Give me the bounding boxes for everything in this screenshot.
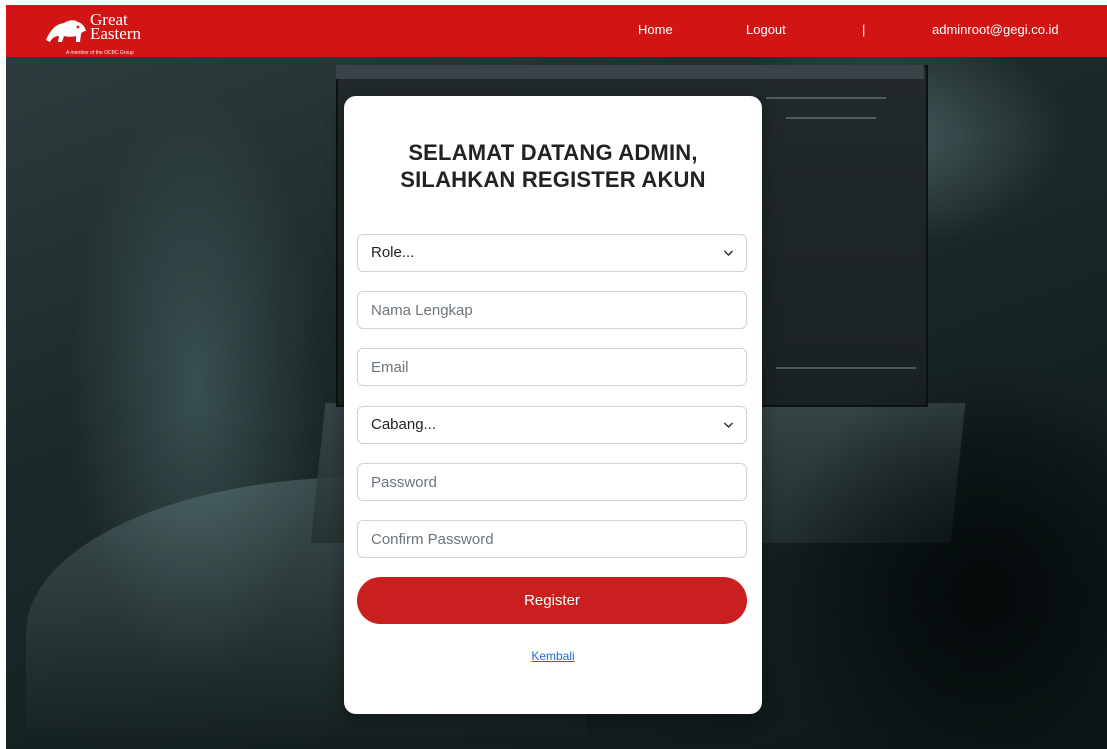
title-line-1: SELAMAT DATANG ADMIN, <box>408 140 698 165</box>
chevron-down-icon <box>723 250 734 257</box>
nama-lengkap-input[interactable] <box>357 291 747 329</box>
chevron-down-icon <box>723 422 734 429</box>
cabang-select[interactable]: Cabang... <box>357 406 747 444</box>
top-navbar: Great Eastern A member of the OCBC Group… <box>6 5 1107 57</box>
register-button[interactable]: Register <box>357 577 747 624</box>
password-input[interactable] <box>357 463 747 501</box>
confirm-password-input[interactable] <box>357 520 747 558</box>
logo-tagline: A member of the OCBC Group <box>66 50 134 56</box>
register-card: SELAMAT DATANG ADMIN, SILAHKAN REGISTER … <box>344 96 762 714</box>
background-laptop-toolbar <box>336 65 924 79</box>
lion-logo-icon <box>46 20 86 42</box>
nav-separator: | <box>862 22 866 37</box>
logo-text-eastern: Eastern <box>90 24 141 43</box>
background-code-line <box>766 97 886 99</box>
kembali-link: Kembali <box>344 649 762 663</box>
role-select-value: Role... <box>371 244 415 261</box>
nav-logout-link[interactable]: Logout <box>746 22 786 37</box>
great-eastern-logo[interactable]: Great Eastern A member of the OCBC Group <box>44 11 154 56</box>
title-line-2: SILAHKAN REGISTER AKUN <box>400 167 706 192</box>
nav-home-link[interactable]: Home <box>638 22 673 37</box>
role-select[interactable]: Role... <box>357 234 747 272</box>
cabang-select-value: Cabang... <box>371 416 437 433</box>
background-code-line <box>786 117 876 119</box>
nav-user-email[interactable]: adminroot@gegi.co.id <box>932 22 1059 37</box>
email-input[interactable] <box>357 348 747 386</box>
background-shadow <box>766 357 1107 749</box>
logo-wordmark: Great Eastern <box>90 11 141 43</box>
register-title: SELAMAT DATANG ADMIN, SILAHKAN REGISTER … <box>344 139 762 193</box>
kembali-link-text[interactable]: Kembali <box>531 649 574 663</box>
